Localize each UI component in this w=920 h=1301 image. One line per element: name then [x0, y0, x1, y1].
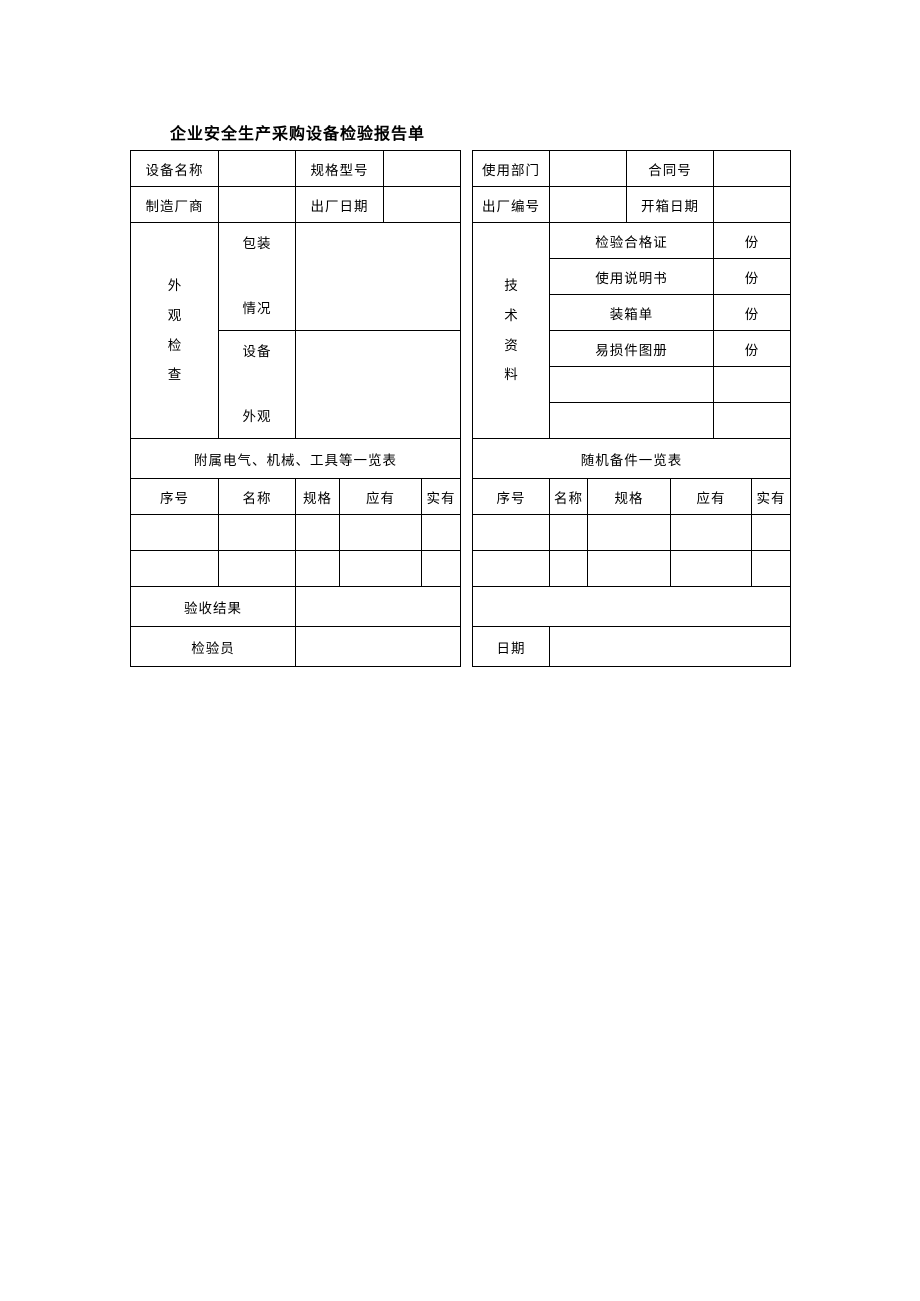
label-manual: 使用说明书 [550, 259, 714, 295]
unit-cert: 份 [714, 223, 791, 259]
label-use-dept: 使用部门 [473, 151, 550, 187]
cell-l-seq-2 [131, 551, 219, 587]
value-factory-date [384, 187, 461, 223]
label-factory-date: 出厂日期 [296, 187, 384, 223]
cell-r-should-2 [671, 551, 752, 587]
cell-l-should-2 [340, 551, 422, 587]
cell-r-actual-2 [752, 551, 791, 587]
col-seq-r: 序号 [473, 479, 550, 515]
unit-wear-parts: 份 [714, 331, 791, 367]
inspection-form-table: 设备名称 规格型号 使用部门 合同号 制造厂商 出厂日期 出厂编号 开箱日期 外… [130, 150, 791, 667]
header-row-1: 设备名称 规格型号 使用部门 合同号 [131, 151, 791, 187]
unit-packing-list: 份 [714, 295, 791, 331]
value-date [550, 627, 791, 667]
col-actual-l: 实有 [422, 479, 461, 515]
value-factory-no [550, 187, 627, 223]
cell-l-name-2 [219, 551, 296, 587]
label-contract-no: 合同号 [627, 151, 714, 187]
label-doc-extra2 [550, 403, 714, 439]
value-contract-no [714, 151, 791, 187]
section-left: 附属电气、机械、工具等一览表 [131, 439, 461, 479]
cell-r-name-2 [550, 551, 588, 587]
label-device-name: 设备名称 [131, 151, 219, 187]
label-manufacturer: 制造厂商 [131, 187, 219, 223]
label-tech-data: 技术资料 [473, 223, 550, 439]
cell-r-spec-1 [588, 515, 671, 551]
value-device-name [219, 151, 296, 187]
value-manufacturer [219, 187, 296, 223]
value-packaging [296, 223, 461, 331]
label-unbox-date: 开箱日期 [627, 187, 714, 223]
col-spec-r: 规格 [588, 479, 671, 515]
cell-r-actual-1 [752, 515, 791, 551]
label-date: 日期 [473, 627, 550, 667]
result-row: 验收结果 [131, 587, 791, 627]
label-wear-parts: 易损件图册 [550, 331, 714, 367]
col-should-l: 应有 [340, 479, 422, 515]
cell-r-name-1 [550, 515, 588, 551]
cell-l-seq-1 [131, 515, 219, 551]
label-packaging: 包装 情况 [219, 223, 296, 331]
label-device-appearance: 设备 外观 [219, 331, 296, 439]
cell-l-should-1 [340, 515, 422, 551]
cell-r-seq-1 [473, 515, 550, 551]
label-result: 验收结果 [131, 587, 296, 627]
value-result [296, 587, 791, 627]
unit-doc-extra2 [714, 403, 791, 439]
label-doc-extra1 [550, 367, 714, 403]
col-seq-l: 序号 [131, 479, 219, 515]
unit-manual: 份 [714, 259, 791, 295]
cell-l-name-1 [219, 515, 296, 551]
form-title: 企业安全生产采购设备检验报告单 [170, 120, 790, 144]
col-name-l: 名称 [219, 479, 296, 515]
value-device-appearance [296, 331, 461, 439]
cell-r-should-1 [671, 515, 752, 551]
col-actual-r: 实有 [752, 479, 791, 515]
label-inspector: 检验员 [131, 627, 296, 667]
cell-l-spec-1 [296, 515, 340, 551]
value-inspector [296, 627, 461, 667]
value-use-dept [550, 151, 627, 187]
unit-doc-extra1 [714, 367, 791, 403]
section-right: 随机备件一览表 [473, 439, 791, 479]
value-spec-model [384, 151, 461, 187]
cell-r-spec-2 [588, 551, 671, 587]
label-spec-model: 规格型号 [296, 151, 384, 187]
label-cert: 检验合格证 [550, 223, 714, 259]
cell-l-spec-2 [296, 551, 340, 587]
col-spec-l: 规格 [296, 479, 340, 515]
cell-r-seq-2 [473, 551, 550, 587]
label-packing-list: 装箱单 [550, 295, 714, 331]
col-should-r: 应有 [671, 479, 752, 515]
value-unbox-date [714, 187, 791, 223]
label-appearance-check: 外观检查 [131, 223, 219, 439]
cell-l-actual-1 [422, 515, 461, 551]
label-factory-no: 出厂编号 [473, 187, 550, 223]
col-name-r: 名称 [550, 479, 588, 515]
cell-l-actual-2 [422, 551, 461, 587]
